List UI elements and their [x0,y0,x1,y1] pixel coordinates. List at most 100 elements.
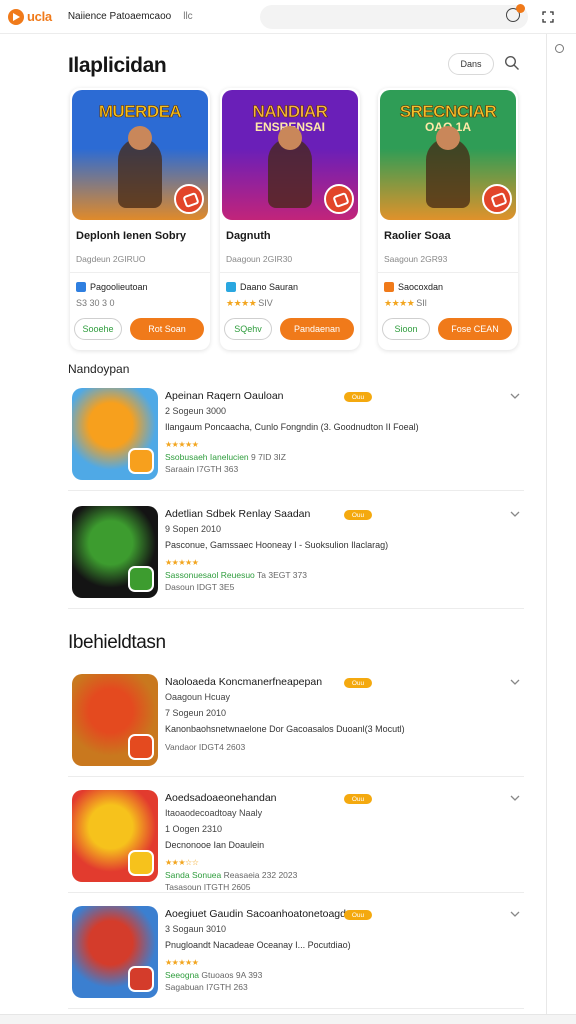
top-bar: ucla Naiience Patoaemcaoo llc [0,0,576,34]
status-badge: Ouu [344,510,372,520]
main-content: Ilaplicidan Dans MUERDEA Deplonh Ienen So… [0,34,546,1016]
price-button[interactable]: Sooehe [74,318,122,340]
game-title[interactable]: Dagnuth [226,230,271,242]
rating-stars: ★★★★ [226,298,259,308]
downloads-count: Sanda Sonuea [165,870,222,880]
featured-game-card[interactable]: MUERDEA Deplonh Ienen Sobry Dagdeun 2GIRUO… [70,88,210,350]
game-subtitle: 9 Sopen 2010 [165,524,222,534]
game-icon[interactable] [72,506,158,598]
rating-text: SIl [416,298,427,308]
game-title[interactable]: Adetlian Sdbek Renlay Saadan [165,508,310,520]
game-icon[interactable] [72,674,158,766]
game-icon[interactable] [72,906,158,998]
game-meta: Daagoun 2GIR30 [226,254,293,264]
downloads-info: Ssobusaeh Ianelucien 9 7ID 3IZ [165,452,286,462]
rating-stars: ★★★★★ [165,440,199,449]
app-logo-text: ucla [27,9,52,24]
game-badge-icon [128,966,154,992]
section-heading-more: Ibehieldtasn [68,632,166,653]
game-title[interactable]: Deplonh Ienen Sobry [76,230,186,242]
rating-stars: ★★★★ [384,298,417,308]
game-artwork[interactable]: MUERDEA [72,90,208,220]
game-title[interactable]: Aoedsadoaeonehandan [165,792,277,804]
developer-name[interactable]: Saocoxdan [398,282,443,292]
developer-name[interactable]: Pagoolieutoan [90,282,148,292]
nav-link-secondary[interactable]: llc [183,11,192,22]
developer-name[interactable]: Daano Sauran [240,282,298,292]
game-title[interactable]: Raolier Soaa [384,230,451,242]
page-title: Ilaplicidan [68,54,167,77]
get-button[interactable]: Pandaenan [280,318,354,340]
updated-date: Saraain I7GTH 363 [165,464,239,474]
game-subtitle: Oaagoun Hcuay [165,692,231,702]
game-subtitle: 3 Sogaun 3010 [165,924,227,934]
release-date: 7 Sogeun 2010 [165,708,227,718]
game-description: Pnugloandt Nacadeae Oceanay I... Pocutdi… [165,940,351,950]
file-size: Reasaeia 232 2023 [223,870,298,880]
game-badge-icon [128,850,154,876]
downloads-count: Sassonuesaol Reuesuo [165,570,255,580]
chevron-down-icon[interactable] [510,794,520,802]
game-meta: Dagdeun 2GIRUO [76,254,146,264]
card-divider [70,272,210,273]
game-artwork[interactable]: SRECNCIAR OAO 1A [380,90,516,220]
game-title[interactable]: Aoegiuet Gaudin Sacoanhoatonetoagdaa [165,908,358,920]
content-divider [546,34,547,1014]
artwork-title: NANDIAR [252,102,328,122]
character-head [128,126,152,150]
rating-text: S3 30 3 0 [76,298,115,308]
featured-game-card[interactable]: SRECNCIAR OAO 1A Raolier Soaa Saagoun 2GR93… [378,88,518,350]
game-badge-icon [128,448,154,474]
side-panel-toggle-icon[interactable] [555,44,564,53]
list-item[interactable]: Apeinan Raqern Oauloan Ouu 2 Sogeun 3000 Il… [68,374,524,492]
game-artwork[interactable]: NANDIARENSRENSAI [222,90,358,220]
game-icon[interactable] [72,790,158,882]
downloads-info: Sassonuesaol Reuesuo Ta 3EGT 373 [165,570,307,580]
nav-link-primary[interactable]: Naiience Patoaemcaoo [68,11,171,22]
release-date: 1 Oogen 2310 [165,824,223,834]
character-head [436,126,460,150]
app-logo[interactable]: ucla [8,8,52,25]
downloads-count: Ssobusaeh Ianelucien [165,452,249,462]
get-button[interactable]: Fose CEAN [438,318,512,340]
developer-icon [384,282,394,292]
chevron-down-icon[interactable] [510,910,520,918]
game-badge-icon [128,734,154,760]
list-item[interactable]: Aoegiuet Gaudin Sacoanhoatonetoagdaa Ouu 3… [68,892,524,1010]
game-badge-icon [482,184,512,214]
status-badge: Ouu [344,910,372,920]
list-item[interactable]: Adetlian Sdbek Renlay Saadan Ouu 9 Sopen 2… [68,492,524,610]
sort-button[interactable]: Dans [448,53,494,75]
global-search-bar[interactable] [260,5,528,29]
get-button[interactable]: Rot Soan [130,318,204,340]
game-badge-icon [324,184,354,214]
updated-date: Vandaor IDGT4 2603 [165,742,246,752]
row-divider [68,490,524,491]
chevron-down-icon[interactable] [510,678,520,686]
chevron-down-icon[interactable] [510,392,520,400]
game-title[interactable]: Naoloaeda Koncmanerfneapepan [165,676,322,688]
search-icon[interactable] [504,55,520,71]
status-badge: Ouu [344,678,372,688]
file-size: 9 7ID 3IZ [251,452,286,462]
game-meta: Saagoun 2GR93 [384,254,448,264]
price-button[interactable]: Sioon [382,318,430,340]
downloads-info: Seeogna Gtuoaos 9A 393 [165,970,262,980]
game-title[interactable]: Apeinan Raqern Oauloan [165,390,284,402]
price-button[interactable]: SQehv [224,318,272,340]
game-icon[interactable] [72,388,158,480]
featured-game-card[interactable]: NANDIARENSRENSAI Dagnuth Daagoun 2GIR30 Daa… [220,88,360,350]
list-item[interactable]: Naoloaeda Koncmanerfneapepan Ouu Oaagoun H… [68,660,524,778]
rating: ★★★★ SIV [226,298,273,309]
game-badge-icon [128,566,154,592]
downloads-count: Seeogna [165,970,200,980]
file-size: Gtuoaos 9A 393 [201,970,263,980]
chevron-down-icon[interactable] [510,510,520,518]
game-subtitle: 2 Sogeun 3000 [165,406,227,416]
play-logo-icon [8,8,24,25]
expand-icon[interactable] [542,11,554,23]
game-description: Pasconue, Gamssaec Hooneay I - Suoksulio… [165,540,389,550]
notification-badge [516,4,525,13]
list-item[interactable]: Aoedsadoaeonehandan Ouu Itaoaodecoadtoay N… [68,776,524,894]
artwork-title: MUERDEA [98,102,182,122]
